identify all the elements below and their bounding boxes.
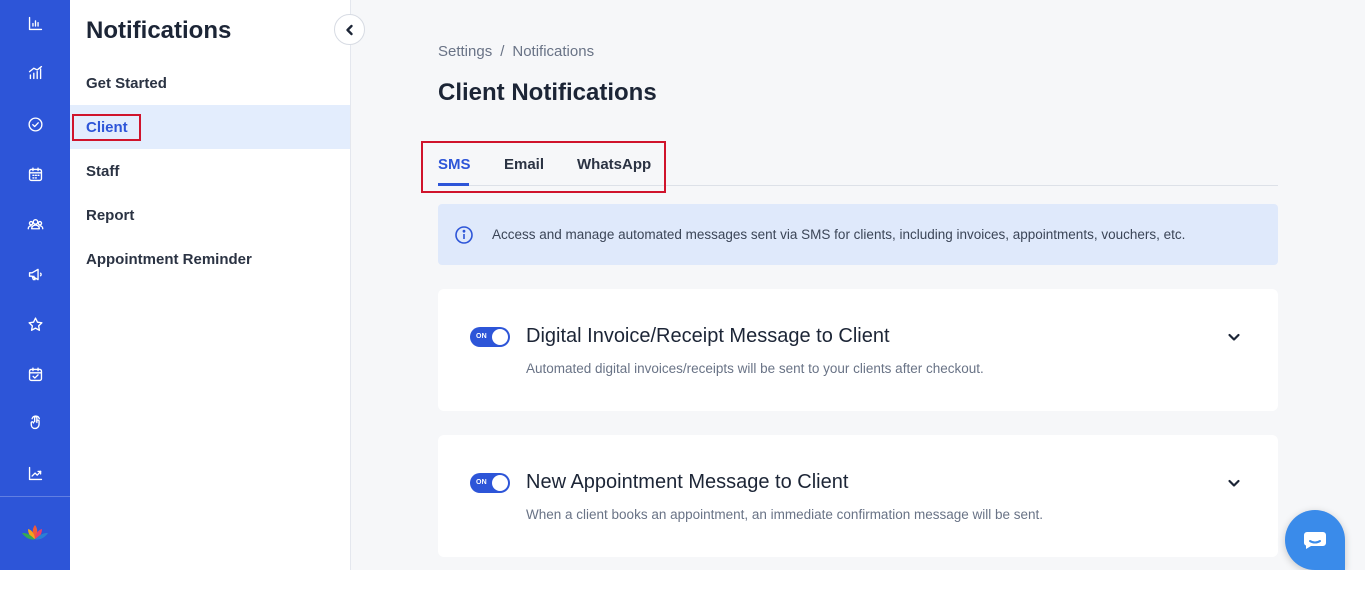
info-banner: Access and manage automated messages sen…	[438, 204, 1278, 265]
tab-label: Email	[504, 156, 545, 173]
calendar-check-icon[interactable]	[25, 364, 45, 384]
chevron-left-icon	[345, 24, 353, 35]
card-description: Automated digital invoices/receipts will…	[526, 361, 984, 376]
star-icon[interactable]	[25, 314, 45, 334]
new-appointment-toggle[interactable]: ON	[470, 473, 510, 493]
breadcrumb-current: Notifications	[512, 43, 595, 60]
subnav-item-staff[interactable]: Staff	[70, 149, 350, 193]
chat-icon	[1304, 532, 1326, 549]
card-description: When a client books an appointment, an i…	[526, 507, 1044, 522]
tab-label: WhatsApp	[577, 156, 652, 173]
subnav-item-label: Get Started	[86, 74, 167, 92]
subnav-item-report[interactable]: Report	[70, 193, 350, 237]
users-group-icon[interactable]	[25, 214, 45, 234]
subnav-item-label: Staff	[86, 162, 120, 180]
breadcrumb: Settings / Notifications	[438, 43, 594, 60]
rail-divider	[0, 496, 70, 497]
icon-rail	[0, 0, 70, 570]
subnav-item-get-started[interactable]: Get Started	[70, 61, 350, 105]
card-title: New Appointment Message to Client	[526, 471, 849, 493]
info-icon	[455, 225, 473, 244]
subnav-item-label: Appointment Reminder	[86, 250, 252, 268]
subnav-item-appointment-reminder[interactable]: Appointment Reminder	[70, 237, 350, 281]
toggle-knob	[492, 475, 508, 491]
breadcrumb-separator: /	[500, 43, 505, 60]
page-title: Client Notifications	[438, 79, 657, 106]
collapse-sidebar-button[interactable]	[334, 14, 365, 45]
main-content: Settings / Notifications Client Notificati…	[351, 0, 1365, 570]
subnav-item-client[interactable]: Client	[70, 105, 350, 149]
breadcrumb-settings-link[interactable]: Settings	[438, 43, 492, 60]
touch-icon[interactable]	[25, 412, 45, 432]
card-title: Digital Invoice/Receipt Message to Clien…	[526, 325, 890, 347]
subnav-item-label: Client	[72, 113, 141, 141]
growth-chart-icon[interactable]	[25, 62, 45, 82]
tab-email[interactable]: Email	[504, 156, 544, 173]
check-circle-icon[interactable]	[25, 114, 45, 134]
chevron-down-icon	[1228, 479, 1240, 487]
chevron-down-icon	[1228, 333, 1240, 341]
expand-card-button[interactable]	[1224, 473, 1244, 493]
subnav-item-label: Report	[86, 206, 135, 224]
notification-card-digital-invoice: ON Digital Invoice/Receipt Message to Cl…	[438, 289, 1278, 411]
channel-tabs: SMS Email WhatsApp	[421, 141, 1278, 193]
toggle-state-label: ON	[476, 479, 487, 486]
tab-sms[interactable]: SMS	[438, 156, 471, 173]
notification-card-new-appointment: ON New Appointment Message to Client Whe…	[438, 435, 1278, 557]
app-window: Notifications Get Started Client Staff R…	[0, 0, 1365, 570]
tab-label: SMS	[438, 156, 471, 173]
calendar-icon[interactable]	[25, 164, 45, 184]
lotus-logo[interactable]	[20, 522, 50, 544]
expand-card-button[interactable]	[1224, 327, 1244, 347]
active-tab-indicator	[438, 183, 469, 186]
bar-chart-icon[interactable]	[25, 13, 45, 33]
subnav-title: Notifications	[86, 17, 232, 44]
chat-button[interactable]	[1285, 510, 1345, 570]
toggle-knob	[492, 329, 508, 345]
digital-invoice-toggle[interactable]: ON	[470, 327, 510, 347]
settings-subnav: Notifications Get Started Client Staff R…	[70, 0, 351, 570]
info-text: Access and manage automated messages sen…	[492, 227, 1186, 242]
trend-up-icon[interactable]	[25, 463, 45, 483]
megaphone-icon[interactable]	[25, 264, 45, 284]
tab-whatsapp[interactable]: WhatsApp	[577, 156, 651, 173]
toggle-state-label: ON	[476, 333, 487, 340]
